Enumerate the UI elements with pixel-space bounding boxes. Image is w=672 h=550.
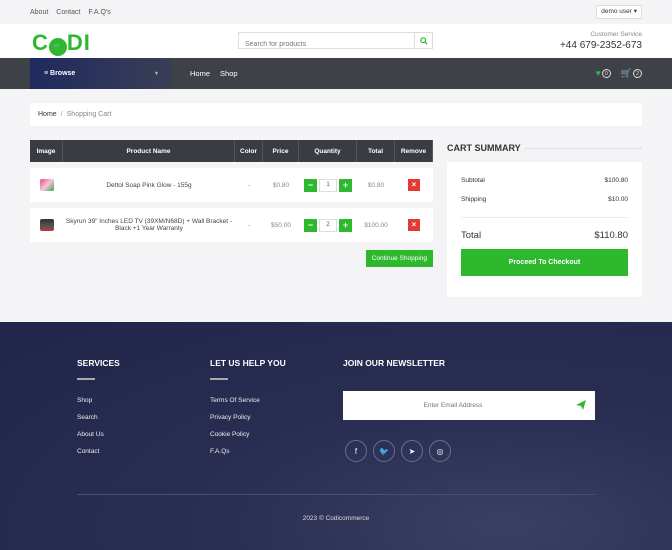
product-price: $50.00 <box>271 221 291 229</box>
cart-icon: 🛒 <box>620 68 632 78</box>
nav-home[interactable]: Home <box>190 69 210 78</box>
top-bar: About Contact F.A.Q's demo user ▾ <box>0 0 672 24</box>
product-name[interactable]: Skyrun 39" Inches LED TV (39XM/N68D) + W… <box>63 208 235 242</box>
user-menu[interactable]: demo user ▾ <box>596 5 642 19</box>
breadcrumb-home[interactable]: Home <box>38 111 57 118</box>
total-value: $110.80 <box>594 230 628 241</box>
footer-link-privacy[interactable]: Privacy Policy <box>210 414 286 421</box>
footer-link-shop[interactable]: Shop <box>77 397 120 404</box>
copyright: 2023 © Codicommerce <box>302 515 370 522</box>
instagram-icon[interactable]: ◎ <box>429 440 451 462</box>
cart-summary: Subtotal $100.80 Shipping $10.00 Total $… <box>447 162 642 297</box>
footer-link-search[interactable]: Search <box>77 414 120 421</box>
search-button[interactable] <box>414 33 432 48</box>
logo[interactable]: C 🛒 DI <box>32 30 91 56</box>
product-name[interactable]: Dettol Soap Pink Glow - 155g <box>63 168 235 202</box>
newsletter-column: JOIN OUR NEWSLETTER <box>343 358 446 368</box>
chevron-down-icon: ▾ <box>154 71 158 77</box>
proceed-to-checkout-button[interactable]: Proceed To Checkout <box>461 249 628 276</box>
search-icon <box>419 36 428 45</box>
email-field[interactable] <box>343 391 563 420</box>
decrease-quantity-button[interactable]: − <box>304 178 317 192</box>
nav-shop[interactable]: Shop <box>220 69 238 78</box>
footer-link-faqs[interactable]: F.A.Qs <box>210 448 286 455</box>
customer-service-phone[interactable]: +44 679-2352-673 <box>560 40 642 51</box>
social-links: f 🐦 ➤ ◎ <box>345 440 451 462</box>
product-total: $0.80 <box>367 181 385 189</box>
subtotal-row: Subtotal $100.80 <box>461 177 628 184</box>
product-thumbnail[interactable] <box>39 219 54 231</box>
increase-quantity-button[interactable]: + <box>339 178 352 192</box>
customer-service: Customer Service +44 679-2352-673 <box>560 31 642 51</box>
footer-link-contact[interactable]: Contact <box>77 448 120 455</box>
footer-link-about[interactable]: About Us <box>77 431 120 438</box>
quantity-value[interactable]: 1 <box>319 178 337 192</box>
quantity-stepper: − 2 + <box>299 208 357 242</box>
nav-links: Home Shop <box>190 69 238 78</box>
footer: SERVICES Shop Search About Us Contact LE… <box>0 322 672 550</box>
top-links: About Contact F.A.Q's <box>30 9 111 16</box>
main-nav: ≡ Browse ▾ Home Shop ♥ 0 🛒 2 <box>0 58 672 89</box>
breadcrumb-current: Shopping Cart <box>66 111 112 118</box>
help-column: LET US HELP YOU Terms Of Service Privacy… <box>210 358 286 455</box>
product-color: - <box>247 181 251 189</box>
product-price: $0.80 <box>272 181 290 189</box>
cart-table: Image Product Name Color Price Quantity … <box>30 140 433 267</box>
newsletter-form <box>343 391 595 420</box>
table-header: Image Product Name Color Price Quantity … <box>30 140 433 162</box>
decrease-quantity-button[interactable]: − <box>304 218 317 232</box>
breadcrumb: Home / Shopping Cart <box>30 103 642 126</box>
contact-link[interactable]: Contact <box>56 9 80 16</box>
product-total: $100.00 <box>364 221 388 229</box>
remove-item-button[interactable]: × <box>408 179 420 191</box>
heart-icon: ♥ <box>595 68 601 78</box>
total-row: Total $110.80 <box>461 230 628 241</box>
logo-badge-icon: 🛒 <box>48 38 67 56</box>
wishlist-button[interactable]: ♥ 0 <box>595 68 611 79</box>
shipping-value: $10.00 <box>608 196 628 203</box>
telegram-icon[interactable]: ➤ <box>401 440 423 462</box>
product-color: - <box>247 221 251 229</box>
quantity-stepper: − 1 + <box>299 168 357 202</box>
services-column: SERVICES Shop Search About Us Contact <box>77 358 120 455</box>
divider <box>525 148 642 149</box>
search-box <box>238 32 433 52</box>
continue-shopping-button[interactable]: Continue Shopping <box>365 250 433 267</box>
cart-button[interactable]: 🛒 2 <box>621 68 642 79</box>
header: C🛒DI Customer Service +44 679-2352-673 <box>0 24 672 58</box>
cart-summary-title: CART SUMMARY <box>447 143 521 153</box>
divider <box>77 494 595 495</box>
customer-service-label: Customer Service <box>590 31 642 38</box>
search-input[interactable] <box>239 37 415 52</box>
increase-quantity-button[interactable]: + <box>339 218 352 232</box>
table-row: Skyrun 39" Inches LED TV (39XM/N68D) + W… <box>30 208 433 242</box>
footer-link-terms[interactable]: Terms Of Service <box>210 397 286 404</box>
table-row: Dettol Soap Pink Glow - 155g - $0.80 − 1… <box>30 168 433 202</box>
wishlist-count: 0 <box>601 69 611 78</box>
shipping-row: Shipping $10.00 <box>461 196 628 218</box>
twitter-icon[interactable]: 🐦 <box>373 440 395 462</box>
send-icon[interactable] <box>575 399 587 411</box>
browse-menu[interactable]: ≡ Browse ▾ <box>30 58 172 89</box>
quantity-value[interactable]: 2 <box>319 218 337 232</box>
subtotal-value: $100.80 <box>604 177 629 184</box>
remove-item-button[interactable]: × <box>408 219 420 231</box>
cart-count: 2 <box>633 69 642 78</box>
footer-link-cookie[interactable]: Cookie Policy <box>210 431 286 438</box>
product-thumbnail[interactable] <box>39 179 54 191</box>
faq-link[interactable]: F.A.Q's <box>88 9 110 16</box>
about-link[interactable]: About <box>30 9 48 16</box>
nav-icons: ♥ 0 🛒 2 <box>595 68 642 79</box>
facebook-icon[interactable]: f <box>345 440 367 462</box>
